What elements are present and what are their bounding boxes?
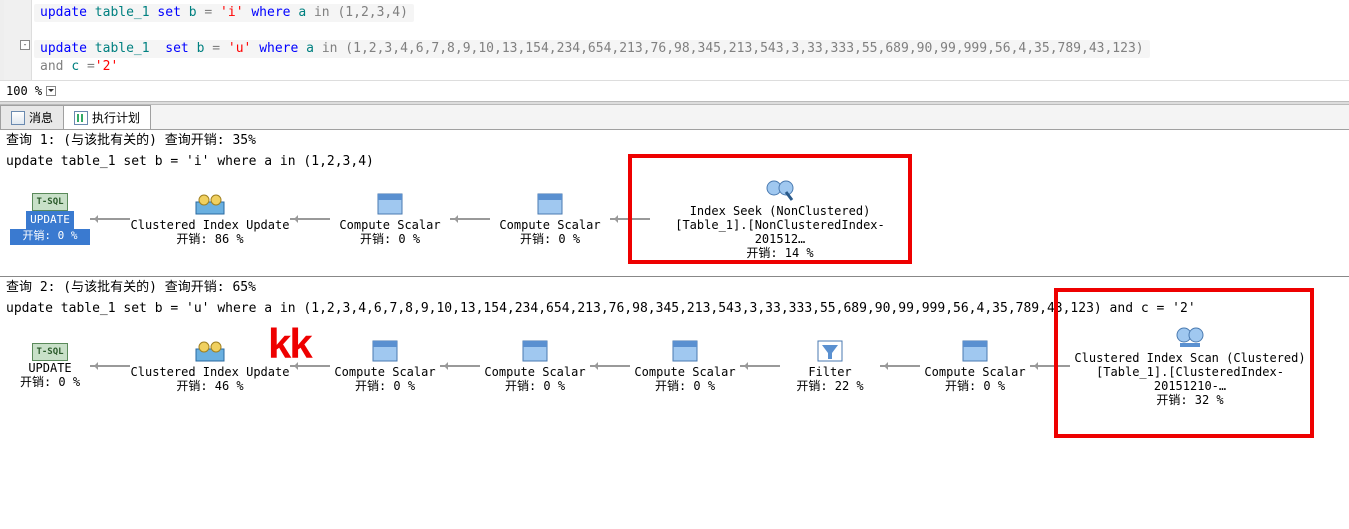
plan-node-cost: 开销: 22 % [780, 379, 880, 393]
plan-arrow-icon [290, 209, 330, 229]
plan-arrow-icon [1030, 356, 1070, 376]
plan-arrow-icon [590, 356, 630, 376]
sql-line-1[interactable]: update table_1 set b = 'i' where a in (1… [34, 4, 414, 22]
query2-plan-row: T-SQL UPDATE 开销: 0 % Clustered Index Upd… [0, 319, 1349, 413]
plan-node-update[interactable]: T-SQL UPDATE 开销: 0 % [10, 193, 90, 245]
plan-arrow-icon [90, 356, 130, 376]
plan-node-cost: 开销: 0 % [10, 375, 90, 389]
plan-node-compute-scalar[interactable]: Compute Scalar 开销: 0 % [330, 339, 440, 393]
sql-line-3[interactable]: and c ='2' [34, 58, 1349, 76]
plan-node-clustered-update[interactable]: Clustered Index Update 开销: 86 % [130, 192, 290, 246]
clustered-update-icon [194, 192, 226, 216]
messages-icon [11, 111, 25, 125]
query1-header-line2: update table_1 set b = 'i' where a in (1… [0, 151, 1349, 172]
execution-plan-icon [74, 111, 88, 125]
compute-scalar-icon [374, 192, 406, 216]
plan-node-name: Compute Scalar [630, 365, 740, 379]
tsql-icon: T-SQL [32, 193, 67, 211]
plan-node-cost: 开销: 0 % [490, 232, 610, 246]
compute-scalar-icon [534, 192, 566, 216]
tsql-icon: T-SQL [32, 343, 67, 361]
clustered-update-icon [194, 339, 226, 363]
plan-arrow-icon [450, 209, 490, 229]
update-label: UPDATE [10, 361, 90, 375]
plan-node-filter[interactable]: Filter 开销: 22 % [780, 339, 880, 393]
plan-node-cost: 开销: 32 % [1070, 393, 1310, 407]
plan-node-cost: 开销: 0 % [330, 379, 440, 393]
plan-node-compute-scalar[interactable]: Compute Scalar 开销: 0 % [490, 192, 610, 246]
query-block-1: 查询 1: (与该批有关的) 查询开销: 35% update table_1 … [0, 130, 1349, 277]
plan-node-name: Compute Scalar [480, 365, 590, 379]
plan-node-index-seek[interactable]: Index Seek (NonClustered) [Table_1].[Non… [650, 178, 910, 260]
plan-node-update[interactable]: T-SQL UPDATE 开销: 0 % [10, 343, 90, 389]
plan-node-cost: 开销: 0 % [330, 232, 450, 246]
query1-plan-row: T-SQL UPDATE 开销: 0 % Clustered Index Upd… [0, 172, 1349, 266]
plan-node-name: Clustered Index Scan (Clustered) [1070, 351, 1310, 365]
sql-editor[interactable]: - update table_1 set b = 'i' where a in … [0, 0, 1349, 80]
plan-arrow-icon [90, 209, 130, 229]
plan-node-cost: 开销: 14 % [650, 246, 910, 260]
plan-node-compute-scalar[interactable]: Compute Scalar 开销: 0 % [480, 339, 590, 393]
index-seek-icon [764, 178, 796, 202]
zoom-level: 100 % [6, 84, 42, 98]
plan-arrow-icon [290, 356, 330, 376]
plan-node-name: Compute Scalar [920, 365, 1030, 379]
sql-line-2[interactable]: update table_1 set b = 'u' where a in (1… [34, 40, 1150, 58]
update-label: UPDATE [26, 211, 74, 229]
plan-node-cost: 开销: 0 % [920, 379, 1030, 393]
plan-node-name: Index Seek (NonClustered) [650, 204, 910, 218]
plan-node-name: Compute Scalar [330, 365, 440, 379]
query-block-2: 查询 2: (与该批有关的) 查询开销: 65% update table_1 … [0, 277, 1349, 423]
plan-node-sub: [Table_1].[ClusteredIndex-20151210-… [1070, 365, 1310, 393]
plan-node-cost: 开销: 0 % [480, 379, 590, 393]
plan-node-name: Clustered Index Update [130, 365, 290, 379]
query2-header-line2: update table_1 set b = 'u' where a in (1… [0, 298, 1349, 319]
compute-scalar-icon [669, 339, 701, 363]
execution-plan-panel[interactable]: 查询 1: (与该批有关的) 查询开销: 35% update table_1 … [0, 130, 1349, 423]
compute-scalar-icon [959, 339, 991, 363]
plan-arrow-icon [610, 209, 650, 229]
editor-gutter: - [4, 0, 32, 80]
zoom-bar: 100 % [0, 80, 1349, 101]
plan-node-name: Compute Scalar [330, 218, 450, 232]
clustered-scan-icon [1174, 325, 1206, 349]
tab-messages-label: 消息 [29, 109, 53, 126]
plan-node-compute-scalar[interactable]: Compute Scalar 开销: 0 % [330, 192, 450, 246]
collapse-icon[interactable]: - [20, 40, 30, 50]
results-tab-strip: 消息 执行计划 [0, 105, 1349, 130]
plan-node-compute-scalar[interactable]: Compute Scalar 开销: 0 % [630, 339, 740, 393]
plan-node-cost: 开销: 46 % [130, 379, 290, 393]
plan-node-clustered-update[interactable]: Clustered Index Update 开销: 46 % [130, 339, 290, 393]
tab-messages[interactable]: 消息 [0, 105, 64, 129]
compute-scalar-icon [369, 339, 401, 363]
plan-arrow-icon [880, 356, 920, 376]
plan-node-cost: 开销: 86 % [130, 232, 290, 246]
plan-node-cost: 开销: 0 % [630, 379, 740, 393]
tab-execution-plan[interactable]: 执行计划 [63, 105, 151, 129]
plan-arrow-icon [440, 356, 480, 376]
plan-node-name: Clustered Index Update [130, 218, 290, 232]
plan-node-cost: 开销: 0 % [10, 229, 90, 245]
zoom-dropdown-icon[interactable] [46, 86, 56, 96]
plan-node-sub: [Table_1].[NonClusteredIndex-201512… [650, 218, 910, 246]
plan-node-name: Filter [780, 365, 880, 379]
plan-node-compute-scalar[interactable]: Compute Scalar 开销: 0 % [920, 339, 1030, 393]
plan-arrow-icon [740, 356, 780, 376]
plan-node-name: Compute Scalar [490, 218, 610, 232]
query2-header-line1: 查询 2: (与该批有关的) 查询开销: 65% [0, 277, 1349, 298]
plan-node-clustered-scan[interactable]: Clustered Index Scan (Clustered) [Table_… [1070, 325, 1310, 407]
tab-plan-label: 执行计划 [92, 109, 140, 126]
filter-icon [814, 339, 846, 363]
query1-header-line1: 查询 1: (与该批有关的) 查询开销: 35% [0, 130, 1349, 151]
compute-scalar-icon [519, 339, 551, 363]
